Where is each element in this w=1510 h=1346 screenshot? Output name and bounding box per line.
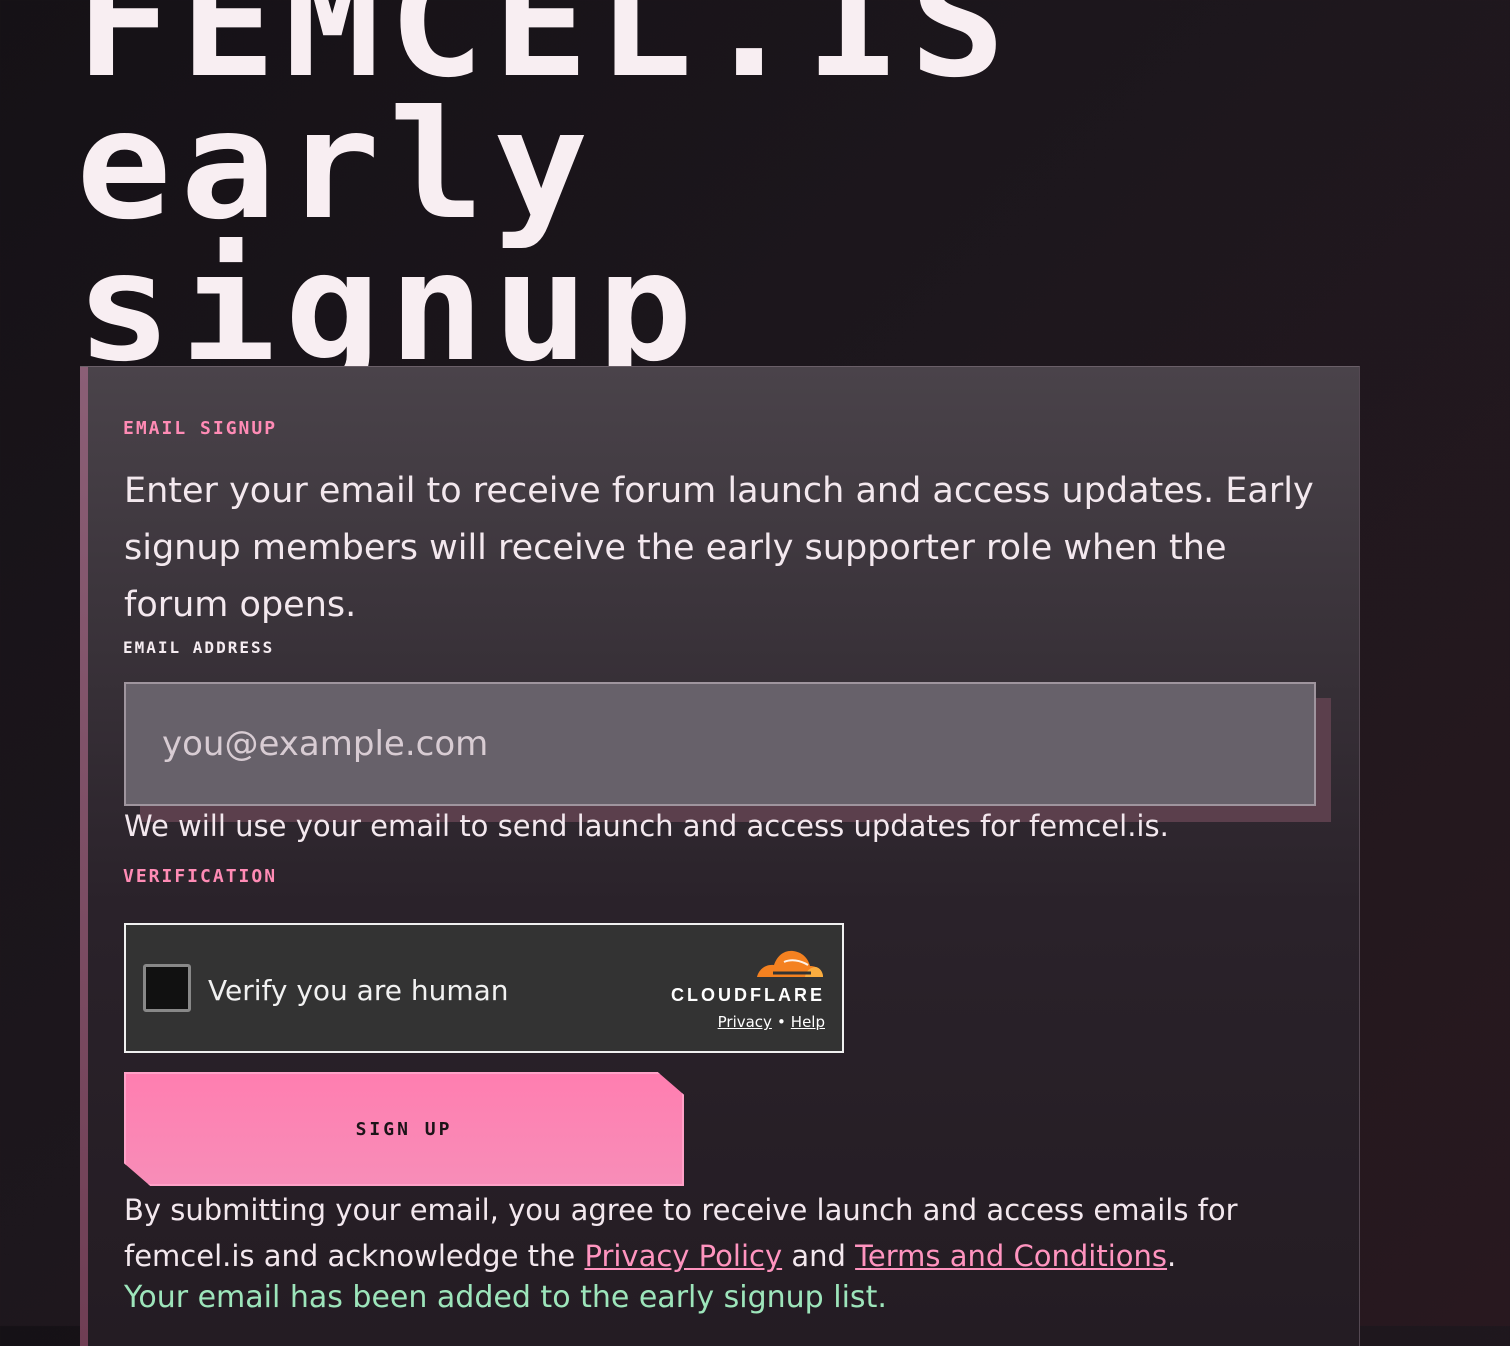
verification-links: Privacy • Help [718,1013,825,1031]
verification-label: Verification [123,866,278,887]
signup-intro-text: Enter your email to receive forum launch… [124,471,1314,625]
cloudflare-cloud-icon [757,950,823,977]
consent-text: By submitting your email, you agree to r… [124,1187,1324,1279]
email-address-label: Email address [123,638,275,657]
email-signup-label: Email signup [123,418,278,439]
link-separator: • [776,1013,786,1031]
sign-up-button[interactable]: Sign up [124,1072,684,1186]
email-help-text: We will use your email to send launch an… [124,809,1169,843]
captcha-help-link[interactable]: Help [791,1013,825,1031]
email-field[interactable] [124,682,1316,806]
consent-suffix: . [1167,1239,1177,1273]
captcha-privacy-link[interactable]: Privacy [718,1013,772,1031]
terms-and-conditions-link[interactable]: Terms and Conditions [855,1239,1167,1273]
signup-card-accent [80,367,88,1346]
cloudflare-verification-widget: Verify you are human CLOUDFLARE Privacy •… [124,923,844,1053]
signup-card: Email signup Enter your email to receive… [80,366,1360,1346]
page-title-line-2: early [76,79,598,253]
page-title: FEMCEL.IS early signup [76,0,1005,383]
success-message: Your email has been added to the early s… [124,1280,887,1315]
consent-and: and [791,1239,846,1273]
privacy-policy-link[interactable]: Privacy Policy [584,1239,782,1273]
page-title-line-3: signup [76,221,702,395]
cloudflare-logo-text: CLOUDFLARE [671,985,825,1005]
human-verification-checkbox[interactable] [143,964,191,1012]
human-verification-label: Verify you are human [208,974,509,1007]
